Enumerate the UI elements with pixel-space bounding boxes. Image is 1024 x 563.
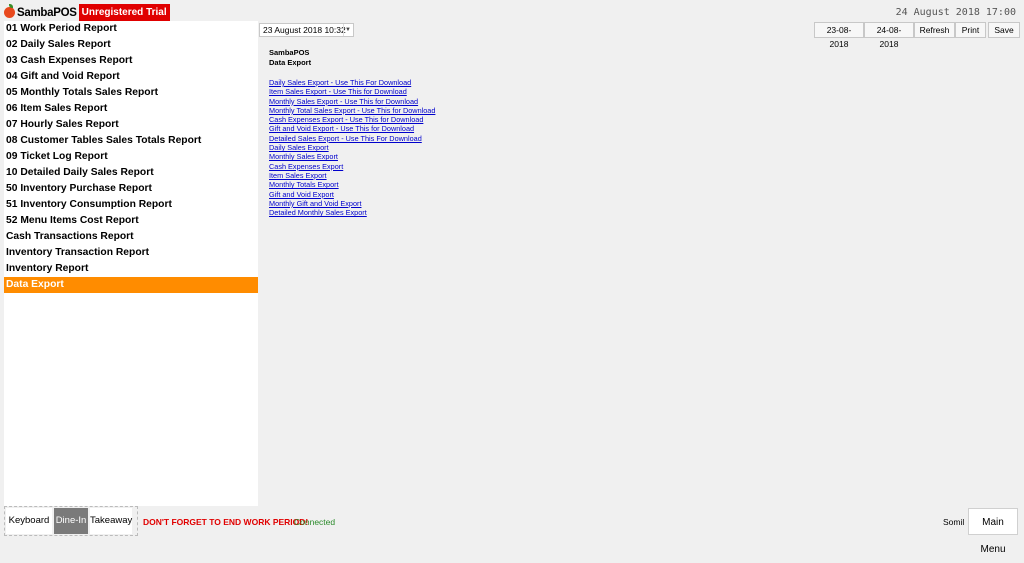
export-link[interactable]: Daily Sales Export - Use This For Downlo… xyxy=(269,78,435,87)
sidebar-item-report[interactable]: 04 Gift and Void Report xyxy=(4,69,258,85)
ticket-type-button[interactable]: Takeaway xyxy=(90,508,132,534)
sidebar-item-report[interactable]: 02 Daily Sales Report xyxy=(4,37,258,53)
work-period-select[interactable]: 23 August 2018 10:32 ▼ xyxy=(259,23,354,37)
report-list: 01 Work Period Report 02 Daily Sales Repo… xyxy=(4,21,258,506)
sidebar-item-report[interactable]: 52 Menu Items Cost Report xyxy=(4,213,258,229)
ticket-type-button[interactable]: Dine-In xyxy=(54,508,88,534)
sidebar-item-report[interactable]: 10 Detailed Daily Sales Report xyxy=(4,165,258,181)
sidebar-item-report[interactable]: 03 Cash Expenses Report xyxy=(4,53,258,69)
sidebar-item-report[interactable]: 07 Hourly Sales Report xyxy=(4,117,258,133)
sidebar-item-report[interactable]: Cash Transactions Report xyxy=(4,229,258,245)
app-logo: SambaPOS Unregistered Trial xyxy=(4,4,170,21)
chevron-down-icon[interactable]: ▼ xyxy=(343,24,352,36)
user-name: Somil xyxy=(943,517,965,527)
export-link[interactable]: Cash Expenses Export - Use This for Down… xyxy=(269,115,435,124)
export-link[interactable]: Item Sales Export xyxy=(269,171,435,180)
report-document: SambaPOS Data Export Daily Sales Export … xyxy=(269,48,435,217)
report-title: SambaPOS xyxy=(269,48,310,57)
main-menu-button[interactable]: Main Menu xyxy=(968,508,1018,555)
export-link[interactable]: Daily Sales Export xyxy=(269,143,435,152)
sidebar-item-report[interactable]: 08 Customer Tables Sales Totals Report xyxy=(4,133,258,149)
clock: 24 August 2018 17:00 xyxy=(895,7,1016,18)
export-link[interactable]: Monthly Gift and Void Export xyxy=(269,199,435,208)
export-link[interactable]: Monthly Total Sales Export - Use This fo… xyxy=(269,106,435,115)
samba-logo-icon xyxy=(4,4,15,18)
export-link[interactable]: Gift and Void Export - Use This for Down… xyxy=(269,124,435,133)
sidebar-item-report[interactable]: 06 Item Sales Report xyxy=(4,101,258,117)
export-link-list: Daily Sales Export - Use This For Downlo… xyxy=(269,78,435,217)
connection-status: Connected xyxy=(294,517,336,527)
save-button[interactable]: Save xyxy=(988,22,1020,38)
export-link[interactable]: Detailed Sales Export - Use This For Dow… xyxy=(269,134,435,143)
sidebar-item-report[interactable]: Inventory Report xyxy=(4,261,258,277)
export-link[interactable]: Gift and Void Export xyxy=(269,190,435,199)
print-button[interactable]: Print xyxy=(955,22,986,38)
export-link[interactable]: Monthly Sales Export - Use This for Down… xyxy=(269,97,435,106)
sidebar-item-report[interactable]: Inventory Transaction Report xyxy=(4,245,258,261)
sidebar-item-report[interactable]: Data Export xyxy=(4,277,258,293)
app-name: SambaPOS xyxy=(17,6,77,19)
sidebar-item-report[interactable]: 05 Monthly Totals Sales Report xyxy=(4,85,258,101)
report-subtitle: Data Export xyxy=(269,58,312,67)
export-link[interactable]: Monthly Sales Export xyxy=(269,152,435,161)
work-period-warning: DON'T FORGET TO END WORK PERIOD! xyxy=(143,517,309,527)
trial-badge: Unregistered Trial xyxy=(78,4,170,21)
end-date-field[interactable]: 24-08-2018 xyxy=(864,22,914,49)
export-link[interactable]: Detailed Monthly Sales Export xyxy=(269,208,435,217)
sidebar-item-report[interactable]: 09 Ticket Log Report xyxy=(4,149,258,165)
ticket-type-selector: Keyboard Dine-In Takeaway xyxy=(4,506,138,536)
export-link[interactable]: Cash Expenses Export xyxy=(269,162,435,171)
start-date-field[interactable]: 23-08-2018 xyxy=(814,22,864,49)
refresh-button[interactable]: Refresh xyxy=(914,22,955,38)
work-period-value: 23 August 2018 10:32 xyxy=(263,25,346,35)
export-link[interactable]: Monthly Totals Export xyxy=(269,180,435,189)
ticket-type-button[interactable]: Keyboard xyxy=(6,508,52,534)
sidebar-item-report[interactable]: 51 Inventory Consumption Report xyxy=(4,197,258,213)
export-link[interactable]: Item Sales Export - Use This for Downloa… xyxy=(269,87,435,96)
sidebar-item-report[interactable]: 50 Inventory Purchase Report xyxy=(4,181,258,197)
sidebar-item-report[interactable]: 01 Work Period Report xyxy=(4,21,258,37)
